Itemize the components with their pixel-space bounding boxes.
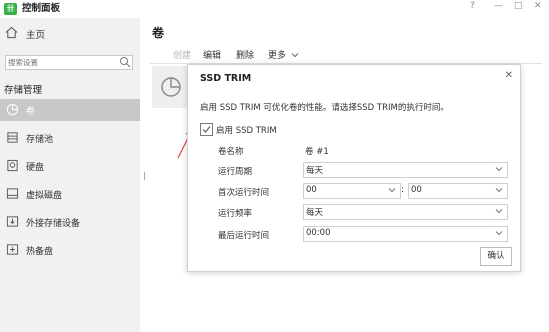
app-header: 卌 控制面板 <box>0 0 140 18</box>
enable-ssd-trim-label: 启用 SSD TRIM <box>216 126 277 136</box>
search-box[interactable] <box>5 55 133 70</box>
create-button[interactable]: 创建 <box>173 48 191 61</box>
last-run-time-label: 最后运行时间 <box>218 231 270 241</box>
sidebar-item-volume[interactable]: 卷 <box>0 99 140 121</box>
sidebar-item-label: 卷 <box>26 107 36 117</box>
sidebar-item-disk[interactable]: 硬盘 <box>0 155 140 177</box>
sidebar: 卌 控制面板 主页 存储管理 卷 存储池 <box>0 0 140 332</box>
run-period-value: 每天 <box>306 166 324 176</box>
volume-name-value: 卷 #1 <box>305 147 329 157</box>
sidebar-item-label: 存储池 <box>26 135 54 145</box>
more-label: 更多 <box>268 51 287 61</box>
first-run-hour-select[interactable]: 00 <box>303 183 401 199</box>
sidebar-item-label: 外接存储设备 <box>26 219 81 229</box>
time-separator: : <box>401 185 405 195</box>
dialog-description: 启用 SSD TRIM 可优化卷的性能。请选择SSD TRIM的执行时间。 <box>200 103 449 113</box>
frequency-select[interactable]: 每天 <box>303 204 508 220</box>
first-run-time-label: 首次运行时间 <box>218 188 270 198</box>
disk-icon <box>7 159 18 172</box>
close-icon[interactable]: ✕ <box>505 70 513 81</box>
volume-name-label: 卷名称 <box>218 147 244 157</box>
hot-spare-icon <box>6 244 19 255</box>
run-period-select[interactable]: 每天 <box>303 162 508 178</box>
enable-ssd-trim-checkbox[interactable] <box>200 123 213 136</box>
minimize-button[interactable]: — <box>494 0 503 12</box>
first-run-minute-value: 00 <box>411 185 422 195</box>
sidebar-item-label: 热备盘 <box>26 247 54 257</box>
frequency-value: 每天 <box>306 208 324 218</box>
external-storage-icon <box>6 216 19 227</box>
more-button[interactable]: 更多 <box>268 48 299 61</box>
last-run-time-select[interactable]: 00:00 <box>303 226 508 242</box>
frequency-label: 运行频率 <box>218 209 253 219</box>
resize-handle[interactable] <box>144 172 145 180</box>
close-window-button[interactable]: ✕ <box>534 0 542 12</box>
dialog-title: SSD TRIM <box>200 73 252 84</box>
delete-button[interactable]: 删除 <box>236 48 254 61</box>
home-label: 主页 <box>26 30 46 41</box>
first-run-minute-select[interactable]: 00 <box>408 183 508 199</box>
help-button[interactable]: ? <box>470 0 475 12</box>
search-input[interactable] <box>8 56 114 69</box>
control-panel-logo-icon: 卌 <box>4 3 17 15</box>
checkmark-icon <box>202 126 211 133</box>
run-period-label: 运行周期 <box>218 167 253 177</box>
maximize-button[interactable]: □ <box>514 0 523 12</box>
sidebar-item-external-storage[interactable]: 外接存储设备 <box>0 211 140 233</box>
volume-pie-chart-icon <box>161 77 181 97</box>
chevron-down-icon <box>291 53 299 58</box>
last-run-time-value: 00:00 <box>306 228 331 238</box>
edit-button[interactable]: 编辑 <box>203 48 221 61</box>
ssd-trim-dialog: SSD TRIM ✕ 启用 SSD TRIM 可优化卷的性能。请选择SSD TR… <box>187 64 521 272</box>
sidebar-item-virtual-disk[interactable]: 虚拟磁盘 <box>0 183 140 205</box>
chevron-down-icon <box>495 231 503 236</box>
storage-management-heading: 存储管理 <box>4 85 43 96</box>
chevron-down-icon <box>495 188 503 193</box>
sidebar-item-label: 硬盘 <box>26 163 45 173</box>
first-run-hour-value: 00 <box>306 185 317 195</box>
home-icon <box>5 26 18 39</box>
confirm-button[interactable]: 确认 <box>480 247 512 266</box>
search-icon[interactable] <box>119 56 131 68</box>
chevron-down-icon <box>495 209 503 214</box>
virtual-disk-icon <box>6 188 19 199</box>
page-title: 卷 <box>152 26 165 40</box>
storage-pool-icon <box>7 132 18 143</box>
chevron-down-icon <box>495 167 503 172</box>
app-title: 控制面板 <box>22 3 61 14</box>
chevron-down-icon <box>388 188 396 193</box>
pie-chart-icon <box>6 103 19 116</box>
home-nav-item[interactable]: 主页 <box>0 22 140 44</box>
sidebar-item-label: 虚拟磁盘 <box>26 191 63 201</box>
sidebar-item-hot-spare[interactable]: 热备盘 <box>0 239 140 261</box>
sidebar-item-storage-pool[interactable]: 存储池 <box>0 127 140 149</box>
